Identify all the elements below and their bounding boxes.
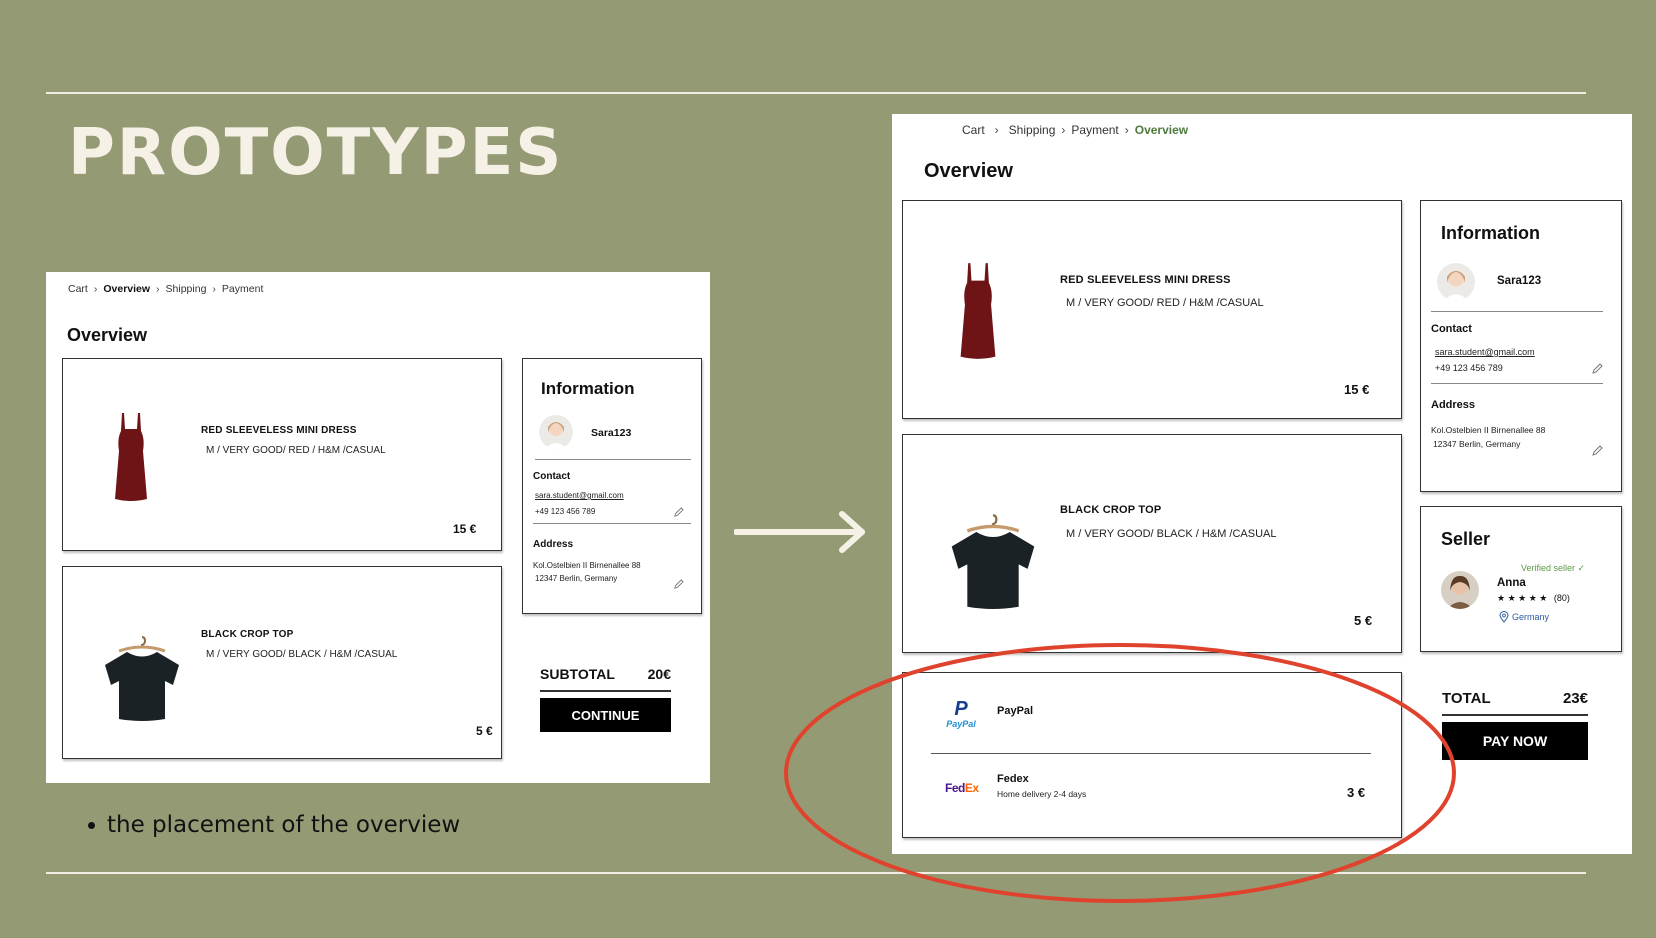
product-card[interactable]: BLACK CROP TOP M / VERY GOOD/ BLACK / H&… [62,566,502,759]
top-divider [46,92,1586,94]
product-card[interactable]: BLACK CROP TOP M / VERY GOOD/ BLACK / H&… [902,434,1402,653]
page-title: Overview [67,325,148,345]
information-heading: Information [1441,223,1540,243]
old-prototype-panel: Cart › Overview › Shipping › Payment Overvi… [46,272,710,783]
address-line1: Kol.Ostelbien II Birnenallee 88 [533,561,641,570]
continue-button[interactable]: CONTINUE [540,698,671,732]
breadcrumb-overview[interactable]: Overview [1135,123,1188,137]
address-label: Address [533,539,574,550]
product-name: RED SLEEVELESS MINI DRESS [201,425,357,436]
black-top-image [105,636,179,721]
email: sara.student@gmail.com [1435,347,1535,357]
avatar [539,415,573,449]
chevron-right-icon: › [994,123,999,137]
breadcrumb-shipping[interactable]: Shipping [1009,123,1056,137]
pay-now-button[interactable]: PAY NOW [1442,722,1588,760]
seller-heading: Seller [1441,529,1491,549]
pencil-icon[interactable] [673,579,684,590]
divider [1442,714,1588,716]
divider [540,690,671,692]
product-name: BLACK CROP TOP [1060,504,1162,516]
subtotal-value: 20€ [647,666,671,682]
product-meta: M / VERY GOOD/ RED / H&M /CASUAL [206,445,386,456]
product-card[interactable]: RED SLEEVELESS MINI DRESS M / VERY GOOD/… [62,358,502,551]
product-card[interactable]: RED SLEEVELESS MINI DRESS M / VERY GOOD/… [902,200,1402,419]
chevron-right-icon: › [93,283,98,295]
breadcrumb-payment[interactable]: Payment [1071,123,1118,137]
product-price: 15 € [453,522,477,536]
review-count: (80) [1553,593,1570,603]
chevron-right-icon: › [212,283,216,295]
slide-title: PROTOTYPES [68,116,564,190]
breadcrumb-shipping[interactable]: Shipping [166,283,207,295]
phone: +49 123 456 789 [535,507,596,516]
contact-label: Contact [1431,323,1472,335]
total-value: 23€ [1562,690,1588,707]
pencil-icon[interactable] [1591,363,1603,375]
red-dress-image [115,413,147,501]
pencil-icon[interactable] [673,507,684,518]
product-meta: M / VERY GOOD/ BLACK / H&M /CASUAL [206,649,398,660]
product-price: 15 € [1344,382,1370,397]
chevron-right-icon: › [1061,123,1066,137]
arrow-right-icon [734,511,865,553]
chevron-right-icon: › [156,283,160,295]
divider [1431,383,1603,384]
breadcrumb-payment[interactable]: Payment [222,283,263,295]
seller-location: Germany [1499,611,1549,623]
subtotal-row: SUBTOTAL 20€ [540,666,671,682]
address-line2: 12347 Berlin, Germany [1433,439,1521,449]
highlight-ellipse [784,643,1456,903]
seller-card: Seller Verified seller ✓ Anna ★ ★ ★ ★ ★ … [1420,506,1622,652]
star-icon: ★ ★ ★ ★ ★ [1497,593,1548,603]
breadcrumb-cart[interactable]: Cart [68,283,88,295]
product-name: RED SLEEVELESS MINI DRESS [1060,274,1231,286]
total-row: TOTAL 23€ [1442,690,1588,707]
subtotal-label: SUBTOTAL [540,666,615,682]
page-title: Overview [924,160,1013,182]
breadcrumb: Cart › Overview › Shipping › Payment [68,283,263,295]
bullet-item: the placement of the overview [88,812,460,838]
seller-rating: ★ ★ ★ ★ ★ (80) [1497,593,1570,604]
divider [535,459,691,460]
address-line2: 12347 Berlin, Germany [535,574,618,583]
location-pin-icon [1499,611,1509,623]
black-top-image [951,514,1035,609]
bullet-text: the placement of the overview [107,812,461,838]
avatar [1437,263,1475,301]
seller-avatar [1441,571,1479,609]
seller-name: Anna [1497,577,1526,589]
product-price: 5 € [1354,613,1373,628]
breadcrumb-cart[interactable]: Cart [962,123,985,137]
breadcrumb-overview[interactable]: Overview [103,283,150,295]
product-name: BLACK CROP TOP [201,629,294,640]
divider [1431,311,1603,312]
username: Sara123 [1497,275,1542,287]
address-line1: Kol.Ostelbien II Birnenallee 88 [1431,425,1546,435]
product-meta: M / VERY GOOD/ BLACK / H&M /CASUAL [1066,528,1277,540]
product-price: 5 € [476,724,493,738]
verified-badge: Verified seller ✓ [1521,563,1586,573]
pencil-icon[interactable] [1591,445,1603,457]
bullet-dot [88,821,95,829]
username: Sara123 [591,427,632,439]
information-card: Information Sara123 Contact sara.student… [522,358,702,614]
divider [533,523,691,524]
information-heading: Information [541,379,635,398]
breadcrumb: Cart › Shipping › Payment › Overview [962,123,1188,137]
chevron-right-icon: › [1124,123,1129,137]
red-dress-image [960,263,996,359]
address-label: Address [1431,399,1476,411]
contact-label: Contact [533,471,571,482]
email: sara.student@gmail.com [535,491,624,500]
phone: +49 123 456 789 [1435,363,1503,373]
product-meta: M / VERY GOOD/ RED / H&M /CASUAL [1066,297,1264,309]
information-card: Information Sara123 Contact sara.student… [1420,200,1622,492]
